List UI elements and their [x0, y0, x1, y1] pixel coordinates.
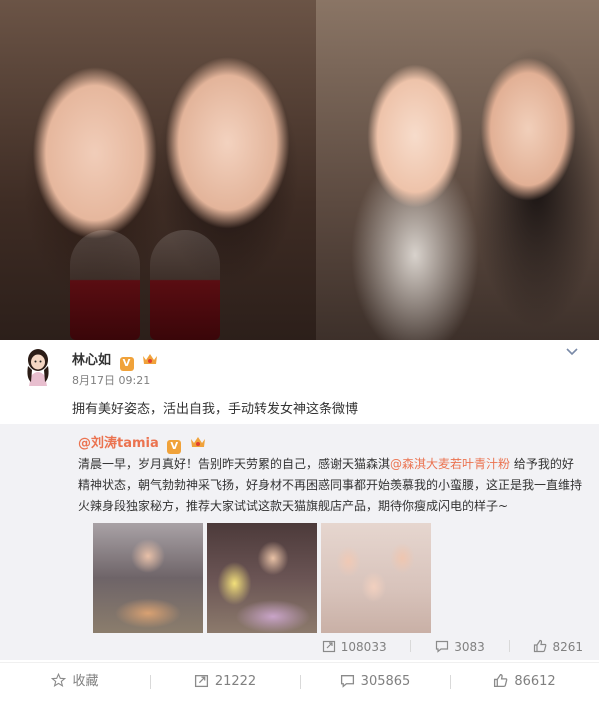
verified-icon: V	[167, 440, 182, 454]
repost-button[interactable]: 21222	[150, 663, 300, 701]
repost-text: 清晨一早，岁月真好！告别昨天劳累的自己，感谢天猫森淇@森淇大麦若叶青汁粉 给予我…	[78, 454, 584, 517]
mention-link[interactable]: @森淇大麦若叶青汁粉	[390, 457, 510, 471]
thumbnail-2[interactable]	[207, 523, 317, 633]
like-button[interactable]: 86612	[450, 663, 599, 701]
post-author-name[interactable]: 林心如	[72, 353, 111, 368]
divider	[410, 640, 412, 652]
comment-button[interactable]: 305865	[300, 663, 450, 701]
repost-comment-count[interactable]: 3083	[435, 639, 485, 654]
post-text: 拥有美好姿态，活出自我，手动转发女神这条微博	[72, 402, 359, 417]
post-author[interactable]: 林心如 V	[72, 349, 159, 371]
repost-card[interactable]: @刘涛tamia V 清晨一早，岁月真好！告别昨天劳累的自己，感谢天猫森淇@森淇…	[0, 424, 599, 660]
vip-crown-icon	[141, 352, 159, 366]
avatar[interactable]	[20, 346, 56, 386]
chevron-down-icon[interactable]	[565, 344, 579, 358]
like-icon	[534, 639, 547, 653]
post-actions-bar: 收藏 21222 305865 86612	[0, 662, 599, 701]
repost-like-count[interactable]: 8261	[533, 639, 583, 654]
post-photos[interactable]	[0, 0, 599, 340]
repost-author-name[interactable]: @刘涛tamia	[78, 436, 159, 451]
comment-count: 305865	[360, 674, 411, 689]
photo-left[interactable]	[0, 0, 316, 340]
repost-icon	[194, 675, 208, 688]
post-header: 林心如 V 8月17日 09:21	[0, 340, 599, 392]
post-time[interactable]: 8月17日 09:21	[72, 372, 150, 388]
like-count: 86612	[514, 674, 556, 689]
like-icon	[494, 673, 508, 688]
star-icon	[51, 672, 67, 687]
repost-count: 21222	[214, 674, 257, 689]
repost-author[interactable]: @刘涛tamia V	[78, 432, 207, 454]
comment-count-label: 3083	[454, 640, 485, 654]
wine-glass-right	[150, 230, 220, 340]
photo-right[interactable]	[316, 0, 599, 340]
repost-count-label: 108033	[340, 640, 387, 654]
vip-crown-icon	[189, 435, 207, 449]
favorite-label: 收藏	[72, 674, 99, 689]
weibo-post: 林心如 V 8月17日 09:21 拥有美好姿态，活出自我，手动转发女神这条微博…	[0, 340, 599, 660]
repost-icon	[322, 640, 335, 653]
repost-stats: 108033 3083 8261	[302, 639, 583, 654]
comment-icon	[436, 640, 449, 653]
repost-repost-count[interactable]: 108033	[322, 639, 387, 654]
favorite-button[interactable]: 收藏	[0, 663, 150, 701]
divider	[508, 640, 510, 652]
like-count-label: 8261	[552, 640, 583, 654]
repost-text-part1: 清晨一早，岁月真好！告别昨天劳累的自己，感谢天猫森淇	[78, 457, 391, 471]
wine-glass-left	[70, 230, 140, 340]
thumbnail-1[interactable]	[93, 523, 203, 633]
thumbnail-3[interactable]	[321, 523, 431, 633]
comment-icon	[340, 675, 354, 688]
verified-icon: V	[119, 357, 134, 371]
